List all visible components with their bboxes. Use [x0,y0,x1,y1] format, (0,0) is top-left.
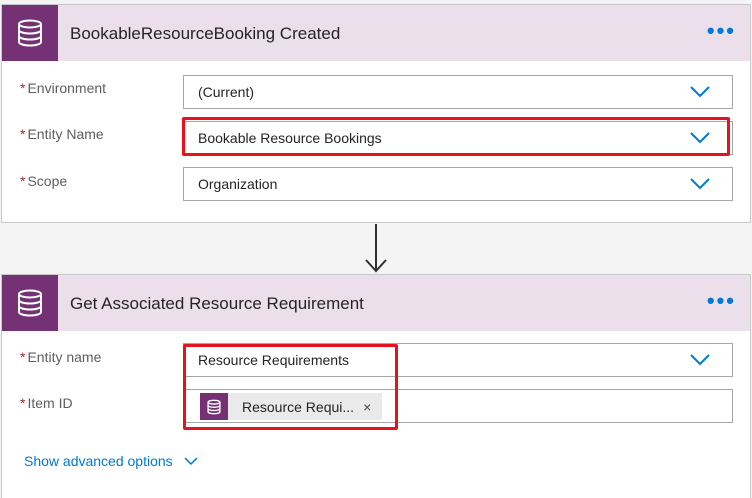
item-id-input[interactable]: Resource Requi... × [183,389,733,423]
environment-label-text: Environment [27,80,107,96]
scope-dropdown[interactable]: Organization [183,167,733,201]
chevron-down-icon [184,456,198,465]
more-options-button[interactable]: ••• [707,5,736,61]
database-icon [2,5,58,61]
arrow-down-icon [365,224,387,273]
required-marker: * [20,395,26,411]
entity-name-value: Bookable Resource Bookings [198,130,382,146]
environment-value: (Current) [198,84,255,100]
required-marker: * [20,349,26,365]
database-icon [200,393,228,420]
required-marker: * [20,126,26,142]
entity-name-dropdown[interactable]: Bookable Resource Bookings [183,121,733,155]
chevron-down-icon [690,132,710,144]
show-advanced-options-link[interactable]: Show advanced options [24,453,198,469]
database-icon [2,275,58,331]
show-advanced-options-label: Show advanced options [24,453,173,469]
entity-name-label-text: Entity name [27,349,102,365]
token-label: Resource Requi... [242,398,355,415]
action-title: Get Associated Resource Requirement [70,294,364,313]
trigger-card: BookableResourceBooking Created ••• * Env… [1,4,751,223]
item-id-label-text: Item ID [27,395,73,411]
entity-name-label-text: Entity Name [27,126,104,142]
item-id-label: * Item ID [20,395,73,411]
more-options-button[interactable]: ••• [707,275,736,331]
scope-label: * Scope [20,173,67,189]
chevron-down-icon [690,86,710,98]
action-card-header[interactable]: Get Associated Resource Requirement ••• [2,275,750,331]
action-card: Get Associated Resource Requirement ••• … [1,274,751,498]
scope-label-text: Scope [27,173,68,189]
trigger-title: BookableResourceBooking Created [70,24,341,43]
required-marker: * [20,173,26,189]
environment-dropdown[interactable]: (Current) [183,75,733,109]
entity-name-dropdown[interactable]: Resource Requirements [183,343,733,377]
chevron-down-icon [690,354,710,366]
trigger-card-header[interactable]: BookableResourceBooking Created ••• [2,5,750,61]
scope-value: Organization [198,176,278,192]
entity-name-label: * Entity Name [20,126,104,142]
entity-name-label: * Entity name [20,349,101,365]
remove-token-button[interactable]: × [363,399,371,415]
environment-label: * Environment [20,80,106,96]
required-marker: * [20,80,26,96]
dynamic-content-token[interactable]: Resource Requi... × [200,393,382,420]
entity-name-value: Resource Requirements [198,352,349,368]
chevron-down-icon [690,178,710,190]
